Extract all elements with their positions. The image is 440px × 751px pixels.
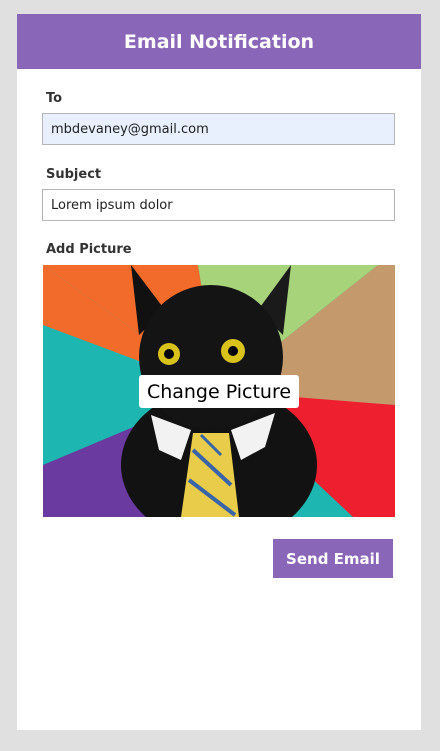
to-input[interactable] <box>42 113 395 145</box>
send-email-button[interactable]: Send Email <box>273 539 393 578</box>
add-picture-label: Add Picture <box>46 242 132 257</box>
picture-preview[interactable]: Change Picture <box>43 265 395 517</box>
change-picture-button[interactable]: Change Picture <box>139 375 299 408</box>
to-label: To <box>46 91 63 106</box>
page-title: Email Notification <box>123 30 315 53</box>
subject-label: Subject <box>46 167 102 182</box>
header-bar: Email Notification <box>17 14 421 69</box>
subject-input[interactable] <box>42 189 395 221</box>
email-notification-card: Email Notification To Subject Add Pictur… <box>17 14 421 730</box>
